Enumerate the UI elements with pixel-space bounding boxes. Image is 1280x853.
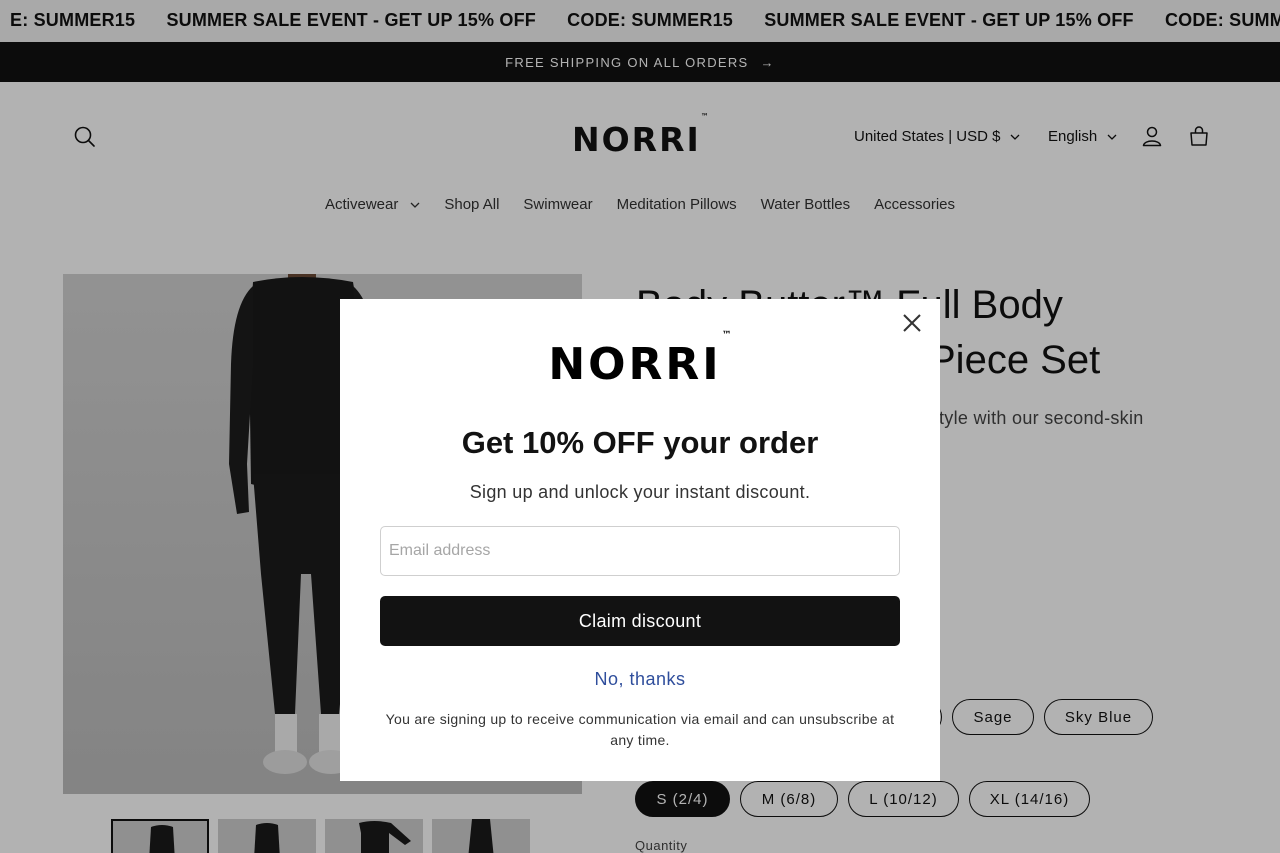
popup-logo: NORRI™ [340, 330, 940, 390]
email-field[interactable] [380, 526, 900, 576]
discount-popup: NORRI™ Get 10% OFF your order Sign up an… [340, 299, 940, 781]
claim-discount-button[interactable]: Claim discount [380, 596, 900, 646]
close-icon [903, 314, 921, 332]
popup-disclaimer: You are signing up to receive communicat… [385, 711, 895, 748]
popup-logo-trademark: ™ [721, 330, 732, 342]
no-thanks-link[interactable]: No, thanks [340, 669, 940, 690]
popup-logo-text: NORRI [548, 339, 722, 390]
close-button[interactable] [901, 312, 923, 334]
popup-heading: Get 10% OFF your order [461, 425, 819, 460]
popup-subheading: Sign up and unlock your instant discount… [469, 482, 811, 502]
